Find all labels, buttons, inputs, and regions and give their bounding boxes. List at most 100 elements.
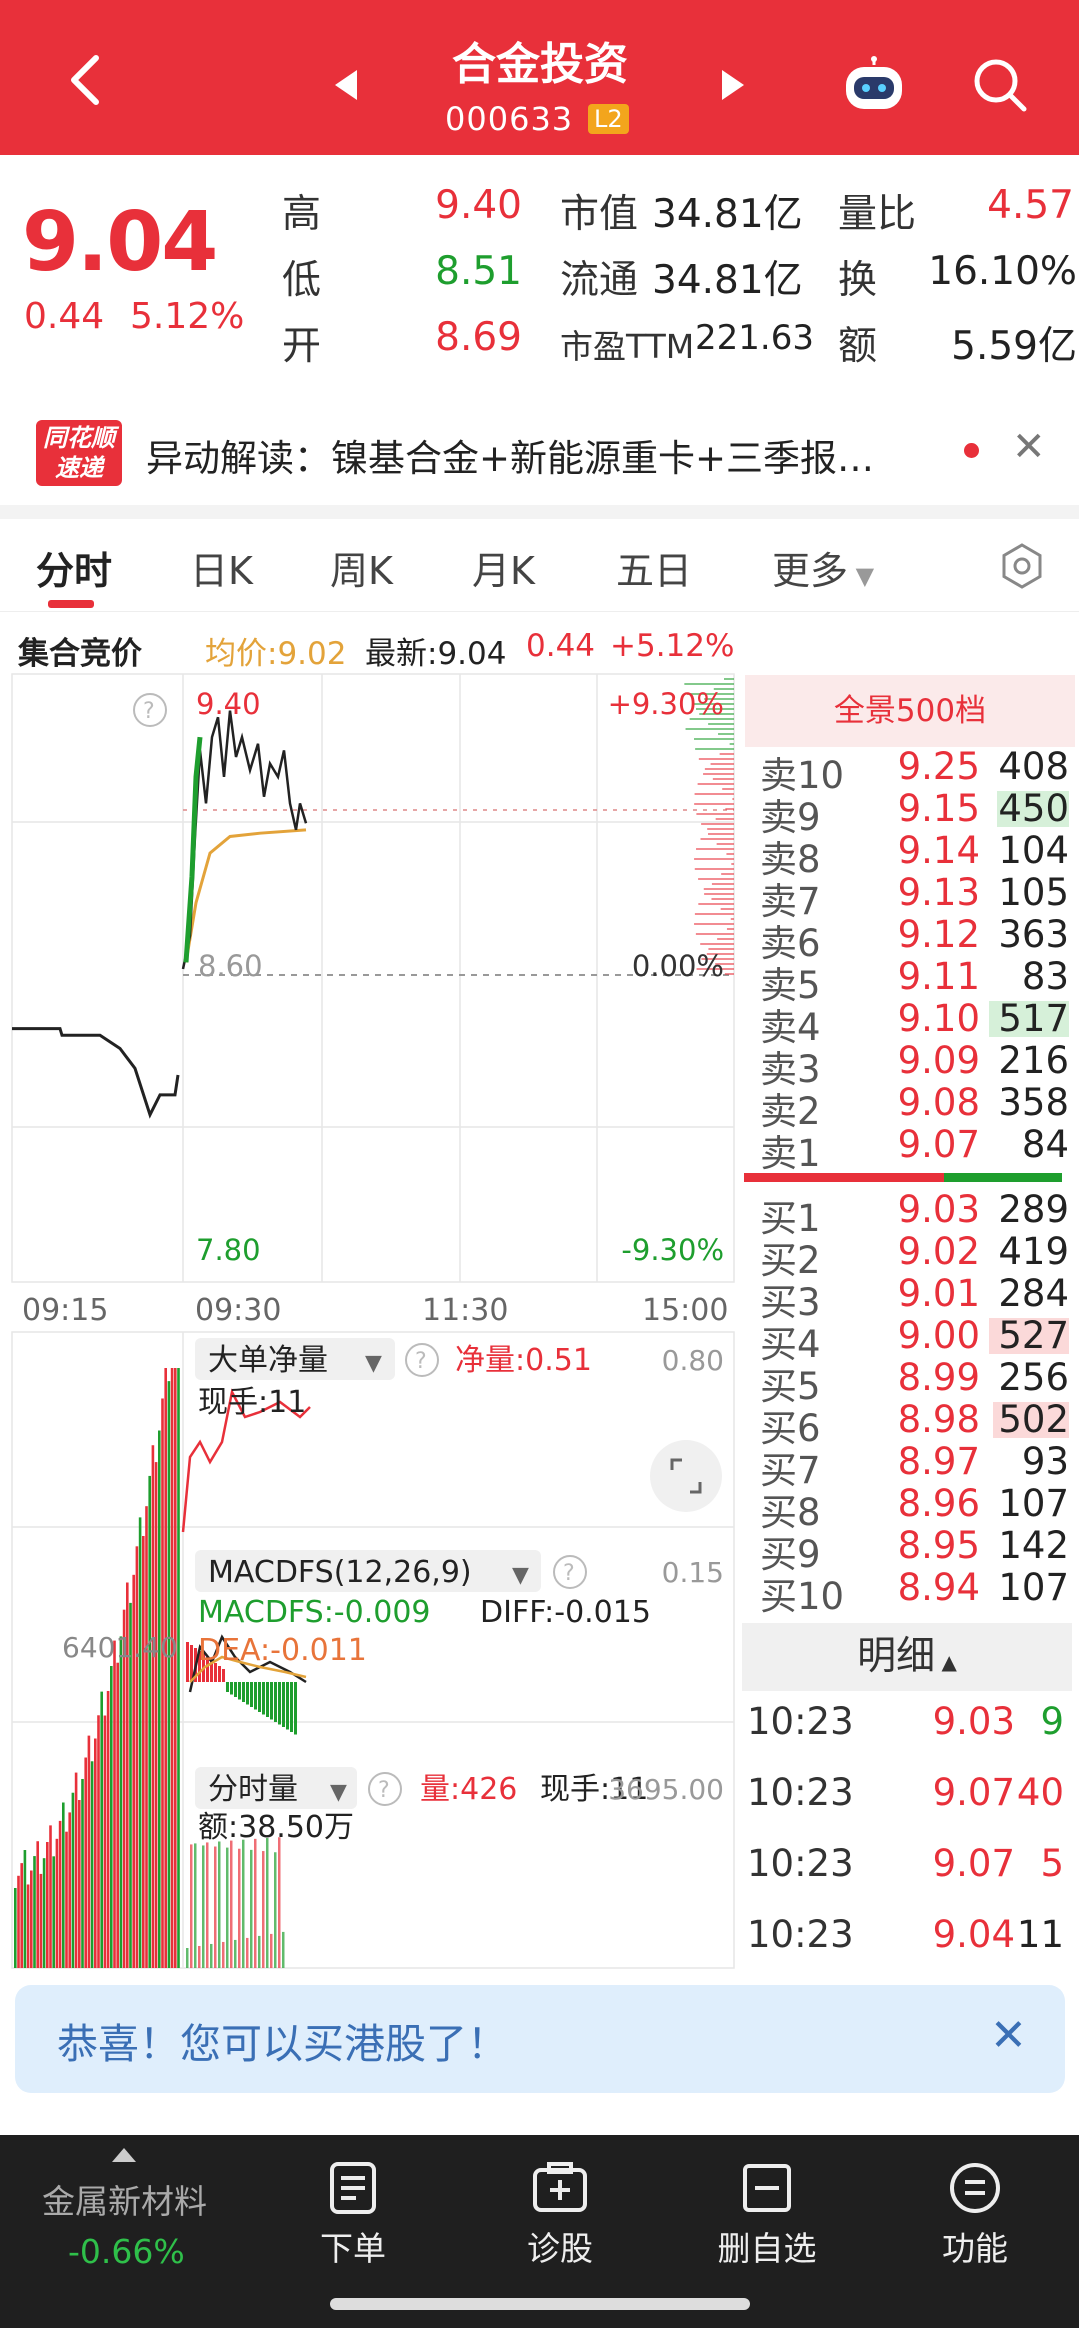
level-price: 9.15 — [897, 787, 980, 830]
dea-value: DEA:-0.011 — [198, 1633, 367, 1668]
banner-text[interactable]: 恭喜！您可以买港股了！ — [57, 2010, 508, 2070]
tab-five-day[interactable]: 五日 — [616, 540, 692, 595]
tab-weekly-k[interactable]: 周K — [330, 540, 393, 595]
sell-level-row[interactable]: 卖2 9.08 358 — [740, 1081, 1075, 1133]
tab-daily-k[interactable]: 日K — [190, 540, 253, 595]
macd-bar — [222, 1669, 225, 1682]
sell-level-row[interactable]: 卖10 9.25 408 — [740, 745, 1075, 797]
volume-bar — [42, 1858, 46, 1968]
order-flow-bar — [694, 738, 734, 740]
remove-watchlist-button[interactable]: 删自选 — [692, 2160, 842, 2270]
settings-icon[interactable] — [998, 542, 1046, 590]
detail-tab[interactable]: 明细 ▲ — [742, 1623, 1072, 1691]
chart-tabs — [0, 520, 1079, 612]
order-flow-bar — [724, 973, 734, 975]
level-price: 9.01 — [897, 1272, 980, 1315]
close-news-icon[interactable]: ✕ — [1012, 424, 1046, 470]
level-volume: 105 — [998, 871, 1069, 914]
tab-monthly-k[interactable]: 月K — [472, 540, 535, 595]
macdfs-value: MACDFS:-0.009 — [198, 1595, 431, 1630]
intraday-chart[interactable]: ? 9.40 8.60 7.80 +9.30% 0.00% -9.30% 09:… — [0, 672, 740, 1972]
back-arrow-icon[interactable] — [58, 50, 118, 110]
volume-bar — [138, 1517, 142, 1968]
order-flow-bar — [698, 878, 734, 880]
pct-axis-top: +9.30% — [608, 687, 724, 721]
trade-row: 10:23 9.07 40 — [745, 1771, 1070, 1816]
pe-value: 221.63 — [695, 318, 814, 358]
order-icon — [330, 2162, 376, 2214]
sector-name[interactable]: 金属新材料 — [42, 2175, 207, 2223]
volume-bar — [74, 1772, 78, 1968]
buy-level-row[interactable]: 买3 9.01 284 — [740, 1272, 1075, 1324]
buy-level-row[interactable]: 买10 8.94 107 — [740, 1566, 1075, 1618]
orderbook-header[interactable]: 全景500档 — [745, 675, 1075, 747]
macd-bar — [250, 1682, 253, 1707]
news-text[interactable]: 异动解读：镍基合金+新能源重卡+三季报… — [146, 428, 874, 482]
level-price: 9.14 — [897, 829, 980, 872]
avg-price: 均价:9.02 — [205, 636, 347, 672]
order-flow-bar — [707, 828, 734, 830]
close-banner-icon[interactable]: ✕ — [990, 2010, 1027, 2061]
latest-price: 最新:9.04 — [365, 636, 507, 672]
order-flow-bar — [724, 678, 734, 680]
order-flow-bar — [694, 858, 734, 860]
buy-level-row[interactable]: 买8 8.96 107 — [740, 1482, 1075, 1534]
volume-bar — [206, 1842, 209, 1968]
prev-stock-icon[interactable] — [335, 70, 357, 100]
order-flow-bar — [720, 908, 734, 910]
order-flow-bar — [696, 848, 734, 850]
order-flow-bar — [716, 843, 734, 845]
order-flow-bar — [698, 903, 734, 905]
volume-bar — [68, 1812, 71, 1968]
buy-level-row[interactable]: 买5 8.99 256 — [740, 1356, 1075, 1408]
level-price: 8.94 — [897, 1566, 980, 1609]
sell-level-row[interactable]: 卖6 9.12 363 — [740, 913, 1075, 965]
volume-bar — [246, 1937, 249, 1968]
trade-price: 9.07 — [932, 1842, 1015, 1885]
sell-level-row[interactable]: 卖4 9.10 517 — [740, 997, 1075, 1049]
order-button[interactable]: 下单 — [278, 2160, 428, 2270]
next-stock-icon[interactable] — [722, 70, 744, 100]
expand-up-icon[interactable] — [112, 2148, 136, 2162]
buy-level-row[interactable]: 买2 9.02 419 — [740, 1230, 1075, 1282]
divider — [0, 505, 1079, 519]
order-flow-bar — [712, 778, 734, 780]
order-flow-bar — [726, 853, 734, 855]
volume-bar — [186, 1948, 189, 1968]
low-label: 低 — [282, 258, 322, 303]
sell-level-row[interactable]: 卖3 9.09 216 — [740, 1039, 1075, 1091]
level-volume: 408 — [998, 745, 1069, 788]
volume-bar — [116, 1662, 119, 1968]
buy-level-row[interactable]: 买1 9.03 289 — [740, 1188, 1075, 1240]
indicator1-name: 大单净量 — [208, 1343, 328, 1378]
volume-bar — [94, 1738, 97, 1968]
sell-level-row[interactable]: 卖1 9.07 84 — [740, 1123, 1075, 1175]
order-flow-bar — [694, 923, 734, 925]
function-button[interactable]: 功能 — [900, 2160, 1050, 2270]
macd-bar — [290, 1682, 293, 1732]
buy-level-row[interactable]: 买6 8.98 502 — [740, 1398, 1075, 1450]
macd-bar — [230, 1682, 233, 1695]
search-icon[interactable] — [970, 55, 1030, 115]
indicator2-scale: 0.15 — [662, 1556, 724, 1589]
volume-bar — [214, 1846, 217, 1968]
volume-bar — [23, 1850, 27, 1968]
volume-bar — [167, 1381, 171, 1968]
sell-level-row[interactable]: 卖9 9.15 450 — [740, 787, 1075, 839]
diagnose-button[interactable]: 诊股 — [485, 2160, 635, 2270]
buy-level-row[interactable]: 买4 9.00 527 — [740, 1314, 1075, 1366]
robot-assistant-icon[interactable] — [840, 55, 908, 117]
tab-intraday[interactable]: 分时 — [36, 540, 112, 595]
volume-bar — [274, 1852, 277, 1968]
buy-level-row[interactable]: 买7 8.97 93 — [740, 1440, 1075, 1492]
indicator3-scale: 3695.00 — [608, 1773, 724, 1806]
order-flow-bar — [726, 928, 734, 930]
sell-level-row[interactable]: 卖7 9.13 105 — [740, 871, 1075, 923]
home-indicator[interactable] — [330, 2298, 750, 2310]
sell-level-row[interactable]: 卖8 9.14 104 — [740, 829, 1075, 881]
buy-level-row[interactable]: 买9 8.95 142 — [740, 1524, 1075, 1576]
volume-bar — [234, 1939, 237, 1968]
sell-level-row[interactable]: 卖5 9.11 83 — [740, 955, 1075, 1007]
y-axis-top: 9.40 — [196, 687, 261, 721]
tab-more[interactable]: 更多 ▼ — [772, 540, 874, 595]
